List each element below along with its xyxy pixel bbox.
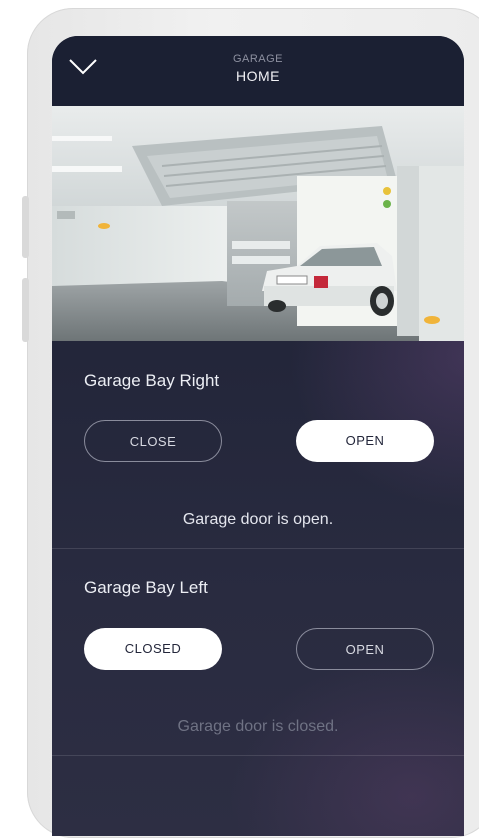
header-title: HOME	[236, 68, 280, 84]
section-divider	[52, 548, 464, 549]
bay-left-title: Garage Bay Left	[84, 578, 208, 597]
bay-left-open-button[interactable]: OPEN	[296, 628, 434, 670]
volume-up-button	[22, 196, 29, 258]
garage-camera-image	[52, 106, 464, 341]
bay-right-status: Garage door is open.	[182, 511, 334, 528]
bay-right-close-button[interactable]: CLOSE	[84, 420, 222, 462]
section-divider-bottom	[52, 755, 464, 756]
volume-down-button	[22, 278, 29, 342]
bay-left-status: Garage door is closed.	[177, 718, 339, 735]
bay-left-closed-button[interactable]: CLOSED	[84, 628, 222, 670]
bay-right-open-button[interactable]: OPEN	[296, 420, 434, 462]
bay-right-title: Garage Bay Right	[84, 371, 220, 390]
app-screen: GARAGE HOME Garage Bay Right CLOSE OPEN …	[52, 36, 464, 836]
header-subtitle: GARAGE	[232, 53, 284, 65]
app-header: GARAGE HOME	[52, 36, 464, 106]
